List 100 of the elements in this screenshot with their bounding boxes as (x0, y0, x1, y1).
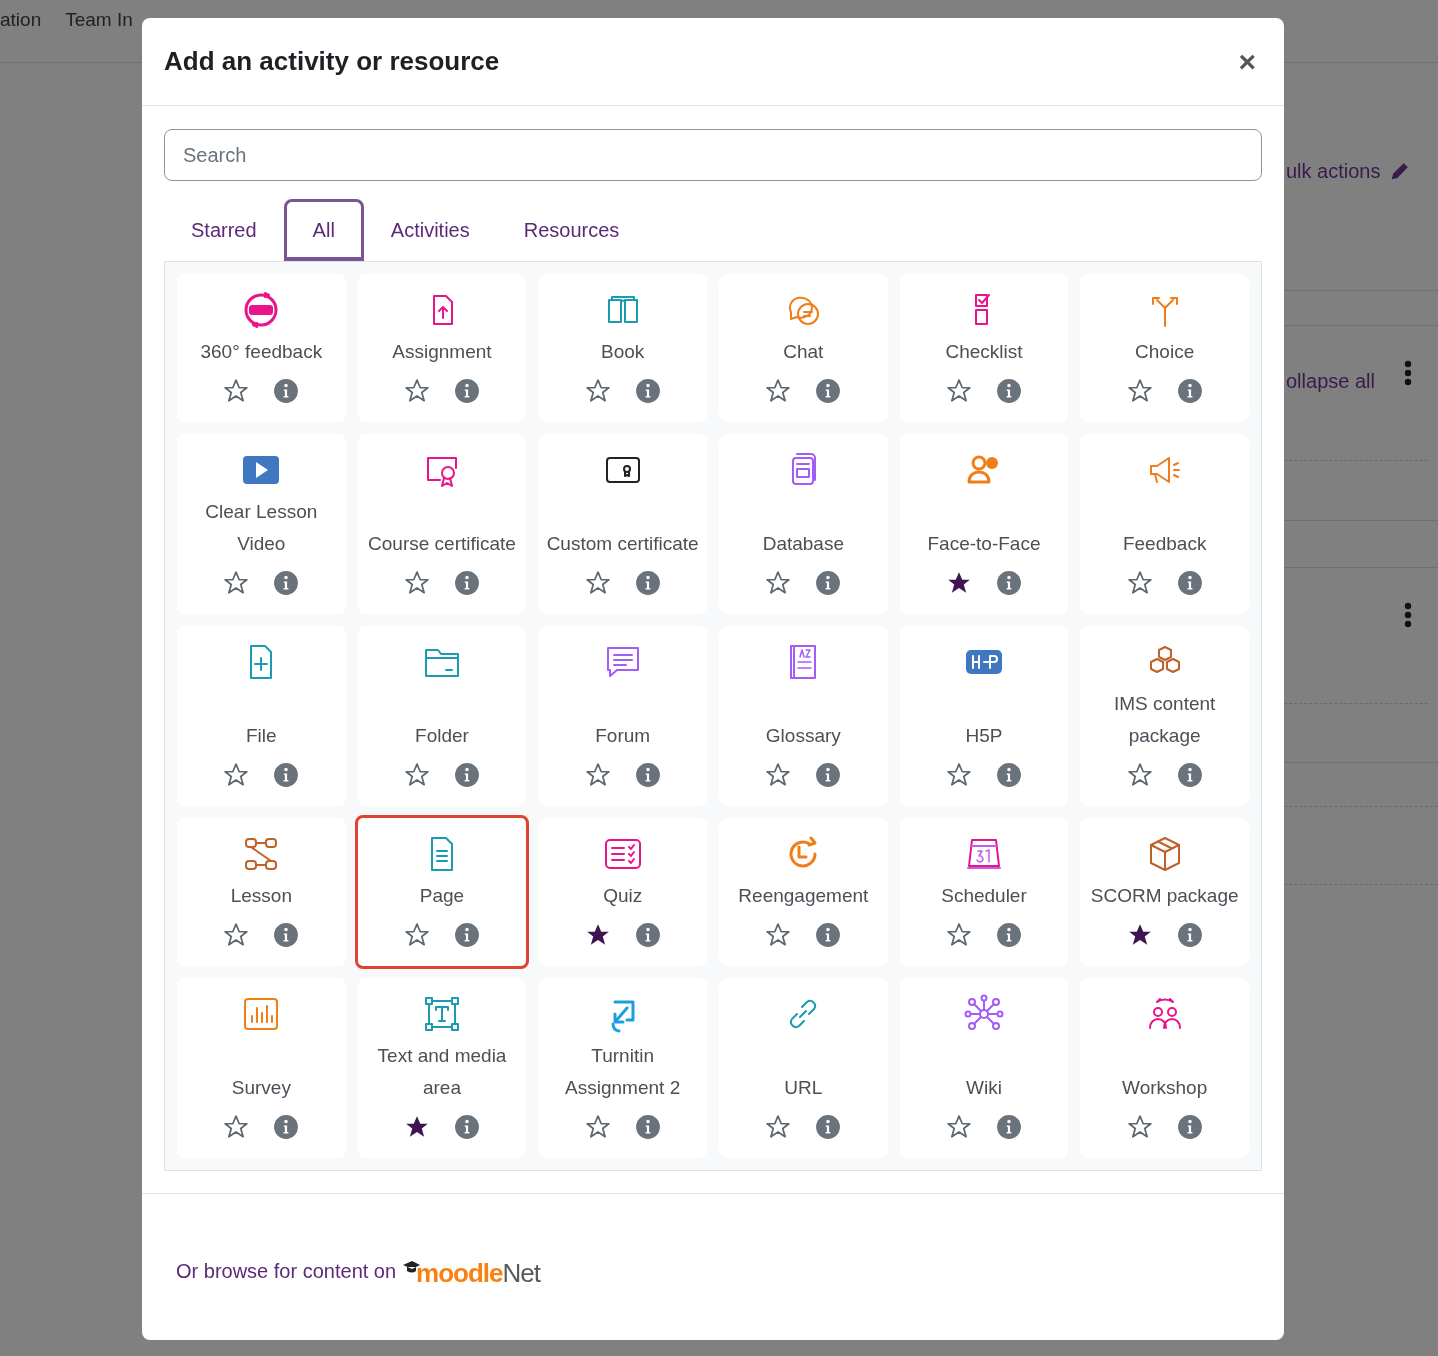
moodlenet-logo[interactable]: moodleNet (416, 1260, 541, 1286)
info-icon[interactable] (634, 762, 661, 788)
info-icon[interactable] (273, 1114, 300, 1140)
star-icon[interactable] (584, 378, 611, 404)
info-icon[interactable] (634, 1114, 661, 1140)
info-icon[interactable] (996, 378, 1022, 404)
activity-card[interactable]: Workshop (1080, 978, 1249, 1158)
info-icon[interactable] (634, 570, 661, 596)
activity-card[interactable]: Forum (538, 626, 707, 806)
activity-card[interactable]: IMS content package (1080, 626, 1249, 806)
activity-card[interactable]: Database (719, 434, 888, 614)
activity-card[interactable]: URL (719, 978, 888, 1158)
tab[interactable]: Starred (164, 199, 284, 261)
star-icon[interactable] (1126, 762, 1153, 788)
activity-card[interactable]: Wiki (899, 978, 1069, 1158)
activity-card[interactable]: Book (538, 274, 707, 422)
star-icon[interactable] (404, 922, 430, 948)
star-icon[interactable] (765, 762, 792, 788)
info-icon[interactable] (454, 378, 480, 404)
star-icon[interactable] (765, 570, 792, 596)
activity-card[interactable]: Face-to-Face (899, 434, 1069, 614)
bulk-actions-link[interactable]: ulk actions (1286, 156, 1381, 186)
info-icon[interactable] (996, 922, 1022, 948)
search-field[interactable]: Search (164, 129, 1262, 181)
activity-name: File (245, 724, 278, 748)
activity-card[interactable]: Scheduler (899, 818, 1069, 966)
info-icon[interactable] (634, 922, 661, 948)
star-icon[interactable] (765, 1114, 792, 1140)
activity-card[interactable]: Clear Lesson Video (177, 434, 346, 614)
activity-card[interactable]: Lesson (177, 818, 346, 966)
info-icon[interactable] (273, 762, 300, 788)
info-icon[interactable] (1176, 762, 1203, 788)
collapse-all-link[interactable]: ollapse all (1286, 366, 1375, 396)
info-icon[interactable] (1176, 1114, 1203, 1140)
info-icon[interactable] (996, 1114, 1022, 1140)
info-icon[interactable] (454, 1114, 480, 1140)
info-icon[interactable] (1176, 378, 1203, 404)
info-icon[interactable] (454, 922, 480, 948)
star-icon[interactable] (946, 1114, 972, 1140)
star-icon[interactable] (1126, 570, 1153, 596)
star-icon[interactable] (765, 378, 792, 404)
activity-card[interactable]: Text and media area (357, 978, 527, 1158)
info-icon[interactable] (273, 570, 300, 596)
more-options-icon[interactable] (1404, 602, 1412, 628)
star-icon[interactable] (223, 570, 250, 596)
activity-card[interactable]: Assignment (357, 274, 527, 422)
info-icon[interactable] (996, 762, 1022, 788)
info-icon[interactable] (815, 1114, 842, 1140)
tab[interactable]: Activities (363, 199, 497, 261)
activity-card[interactable]: File (177, 626, 346, 806)
star-icon[interactable] (1126, 1114, 1153, 1140)
activity-card[interactable]: Reengagement (719, 818, 888, 966)
activity-card[interactable]: Glossary (719, 626, 888, 806)
star-icon[interactable] (946, 762, 972, 788)
star-icon[interactable] (223, 1114, 250, 1140)
nav-link[interactable]: Team In (65, 8, 133, 32)
info-icon[interactable] (273, 378, 300, 404)
info-icon[interactable] (815, 378, 842, 404)
activity-card[interactable]: Choice (1080, 274, 1249, 422)
star-icon[interactable] (404, 762, 430, 788)
star-icon[interactable] (765, 922, 792, 948)
star-icon[interactable] (584, 762, 611, 788)
activity-card[interactable]: Page (354, 815, 530, 969)
star-icon[interactable] (223, 922, 250, 948)
star-icon[interactable] (946, 922, 972, 948)
info-icon[interactable] (815, 570, 842, 596)
activity-card[interactable]: Folder (357, 626, 527, 806)
more-options-icon[interactable] (1404, 360, 1412, 386)
star-icon[interactable] (404, 378, 430, 404)
activity-card[interactable]: H5P (899, 626, 1069, 806)
info-icon[interactable] (815, 762, 842, 788)
activity-card[interactable]: Turnitin Assignment 2 (538, 978, 707, 1158)
activity-card[interactable]: Custom certificate (538, 434, 707, 614)
star-icon[interactable] (584, 570, 611, 596)
info-icon[interactable] (273, 922, 300, 948)
activity-card[interactable]: Checklist (899, 274, 1069, 422)
nav-link[interactable]: ation (0, 8, 42, 32)
info-icon[interactable] (996, 570, 1022, 596)
activity-card[interactable]: Chat (719, 274, 888, 422)
tab[interactable]: Resources (496, 199, 647, 261)
info-icon[interactable] (454, 762, 480, 788)
activity-card[interactable]: SCORM package (1080, 818, 1249, 966)
info-icon[interactable] (634, 378, 661, 404)
star-icon[interactable] (223, 762, 250, 788)
activity-card[interactable]: Feedback (1080, 434, 1249, 614)
activity-card[interactable]: Survey (177, 978, 346, 1158)
star-icon[interactable] (1126, 378, 1153, 404)
star-icon[interactable] (404, 570, 430, 596)
star-icon[interactable] (946, 378, 972, 404)
info-icon[interactable] (454, 570, 480, 596)
info-icon[interactable] (1176, 922, 1203, 948)
activity-card[interactable]: Course certificate (357, 434, 527, 614)
close-button[interactable]: × (1238, 46, 1256, 77)
star-icon[interactable] (223, 378, 250, 404)
info-icon[interactable] (815, 922, 842, 948)
activity-card[interactable]: Quiz (538, 818, 707, 966)
info-icon[interactable] (1176, 570, 1203, 596)
star-icon[interactable] (584, 1114, 611, 1140)
activity-name: Forum (594, 724, 652, 748)
activity-card[interactable]: 360° feedback (177, 274, 346, 422)
